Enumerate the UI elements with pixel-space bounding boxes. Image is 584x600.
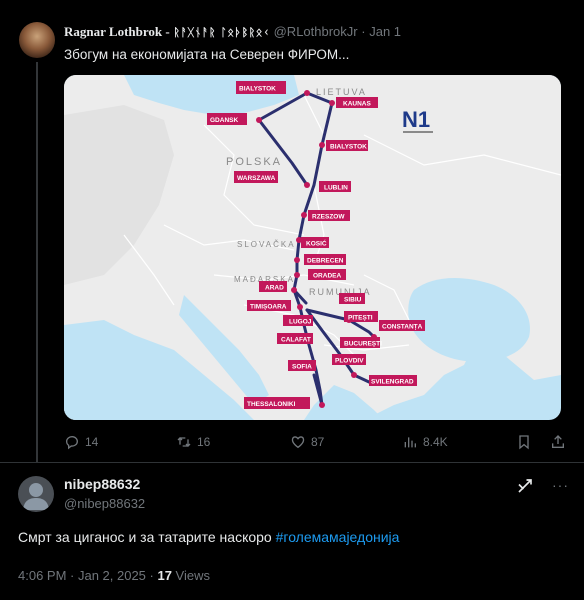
avatar[interactable] [18,476,54,512]
reply-icon [66,436,78,450]
separator-dot: · [361,24,366,39]
repost-count: 16 [197,435,211,449]
display-name[interactable]: Ragnar Lothbrok - [64,24,170,39]
reply-text: Смрт за циганос и за татарите наскоро #г… [18,529,399,545]
user-handle[interactable]: @nibep88632 [64,496,145,511]
views-icon [404,437,416,448]
user-handle[interactable]: @RLothbrokJr [274,24,358,39]
tweet-actions: 14 16 87 8.4K [64,434,534,452]
city-label: KAUNAS [343,101,371,108]
city-label: SIBIU [344,297,362,304]
grok-icon[interactable] [516,477,534,495]
views-label: Views [171,568,210,583]
reply-button[interactable]: 14 [64,434,98,450]
city-label: LUGOJ [289,319,312,326]
views-button[interactable]: 8.4K [402,434,448,450]
views-count: 8.4K [423,435,448,449]
city-label: BUCUREȘTI [344,341,382,348]
share-button[interactable] [550,434,566,455]
tweet-text: Збогум на економијата на Северен ФИРОМ..… [64,47,350,62]
country-label: POLSKA [226,156,282,168]
divider [0,462,584,463]
bookmark-icon [519,435,529,450]
share-icon [552,435,564,448]
display-name-runic[interactable]: ᚱᚨᚷᚾᚨᚱ ᛚᛟᚦᛒᚱᛟᚲ [173,26,270,39]
country-label: LIETUVA [316,87,367,97]
more-options-icon[interactable]: ··· [552,477,569,493]
repost-icon [177,437,191,447]
city-label: LUBLIN [324,185,348,192]
city-label: CALAFAT [281,337,311,344]
country-label: SLOVAČKA [237,240,296,249]
original-tweet: Ragnar Lothbrok - ᚱᚨᚷᚾᚨᚱ ᛚᛟᚦᛒᚱᛟᚲ @RLothb… [0,0,584,462]
city-label: KOSIĆ [306,239,327,248]
city-label: SVILENGRAD [371,379,414,386]
city-label: CONSTANȚA [382,324,423,331]
avatar[interactable] [19,22,55,58]
n1-logo: N1 [402,107,433,133]
city-label: SOFIA [292,364,312,371]
views-count: 17 [157,568,172,583]
repost-button[interactable]: 16 [176,434,210,450]
tweet-image-map[interactable]: LIETUVA POLSKA SLOVAČKA MAĐARSKA RUMUNIJ… [64,75,561,420]
city-label: ORADEA [313,273,341,280]
default-avatar-icon [23,483,49,510]
hashtag-link[interactable]: #големамаједонија [276,529,400,545]
tweet-header: Ragnar Lothbrok - ᚱᚨᚷᚾᚨᚱ ᛚᛟᚦᛒᚱᛟᚲ @RLothb… [64,24,401,40]
city-label: THESSALONIKI [247,401,296,408]
tweet-timestamp[interactable]: 4:06 PM · Jan 2, 2025 · [18,568,157,583]
like-count: 87 [311,435,325,449]
city-label: ARAD [265,285,284,292]
svg-text:N1: N1 [402,107,430,132]
city-label: TIMIȘOARA [250,304,287,311]
city-label: DEBRECEN [307,258,344,265]
city-label: BIALYSTOK [330,144,367,151]
city-label: BIALYSTOK [239,86,276,93]
tweet-meta: 4:06 PM · Jan 2, 2025 · 17 Views [18,568,210,583]
like-button[interactable]: 87 [290,434,324,450]
city-label: PLOVDIV [335,358,364,365]
route-map: LIETUVA POLSKA SLOVAČKA MAĐARSKA RUMUNIJ… [64,75,561,420]
reply-count: 14 [85,435,99,449]
city-label: WARSZAWA [237,175,276,182]
thread-line [36,62,38,462]
city-label: PITEȘTI [348,315,373,322]
bookmark-button[interactable] [516,434,532,450]
reply-text-body: Смрт за циганос и за татарите наскоро [18,529,276,545]
tweet-date[interactable]: Jan 1 [369,24,401,39]
display-name[interactable]: nibep88632 [64,476,140,492]
like-icon [291,436,305,449]
city-label: GDANSK [210,117,238,124]
city-label: RZESZOW [312,214,345,221]
